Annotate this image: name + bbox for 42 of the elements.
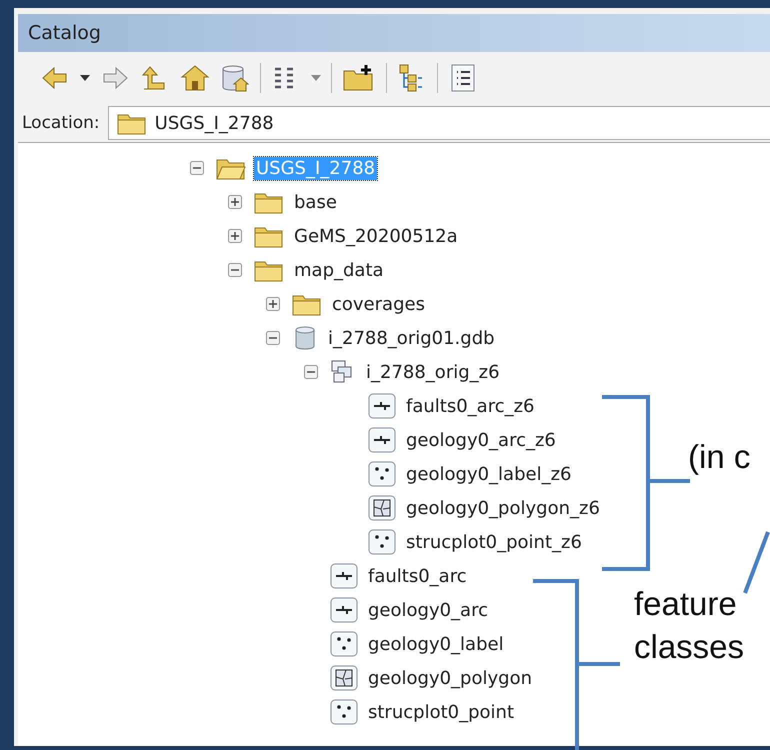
expand-button[interactable] xyxy=(266,297,280,311)
tree-item[interactable]: geology0_polygon xyxy=(366,666,534,690)
line-feature-icon xyxy=(330,563,358,589)
tree-item[interactable]: map_data xyxy=(292,258,386,282)
home-icon[interactable] xyxy=(180,63,210,93)
tree-item[interactable]: geology0_arc xyxy=(366,598,490,622)
caret-icon[interactable] xyxy=(80,75,90,81)
tree-item[interactable]: strucplot0_point xyxy=(366,700,516,724)
tree-item[interactable]: geology0_label xyxy=(366,632,506,656)
collapse-button[interactable] xyxy=(190,161,204,175)
tree-item[interactable]: GeMS_20200512a xyxy=(292,224,460,248)
tree-item[interactable]: faults0_arc xyxy=(366,564,469,588)
line-feature-icon xyxy=(368,393,396,419)
tree-item[interactable]: i_2788_orig01.gdb xyxy=(326,326,497,350)
tree-item[interactable]: geology0_label_z6 xyxy=(404,462,574,486)
expand-button[interactable] xyxy=(228,229,242,243)
tree-item[interactable]: strucplot0_point_z6 xyxy=(404,530,584,554)
window-title: Catalog xyxy=(18,14,770,52)
annotation-text: feature xyxy=(634,584,738,624)
line-feature-icon xyxy=(368,427,396,453)
point-feature-icon xyxy=(368,529,396,555)
point-feature-icon xyxy=(368,461,396,487)
tree-item[interactable]: geology0_polygon_z6 xyxy=(404,496,602,520)
location-label: Location: xyxy=(22,113,100,133)
annotation-text: classes xyxy=(634,627,744,667)
tree-item[interactable]: base xyxy=(292,190,339,214)
point-feature-icon xyxy=(330,699,358,725)
point-feature-icon xyxy=(330,631,358,657)
tree-item[interactable]: coverages xyxy=(330,292,427,316)
location-field[interactable]: USGS_I_2788 xyxy=(108,106,770,140)
collapse-button[interactable] xyxy=(266,331,280,345)
expand-button[interactable] xyxy=(228,195,242,209)
collapse-button[interactable] xyxy=(228,263,242,277)
tree-item[interactable]: geology0_arc_z6 xyxy=(404,428,558,452)
polygon-feature-icon xyxy=(368,495,396,521)
polygon-feature-icon xyxy=(330,665,358,691)
tree-item[interactable]: i_2788_orig_z6 xyxy=(364,360,502,384)
collapse-button[interactable] xyxy=(304,365,318,379)
database-home-icon[interactable] xyxy=(220,63,250,93)
tree-item[interactable]: faults0_arc_z6 xyxy=(404,394,536,418)
line-feature-icon xyxy=(330,597,358,623)
annotation-text: (in c xyxy=(688,438,750,476)
